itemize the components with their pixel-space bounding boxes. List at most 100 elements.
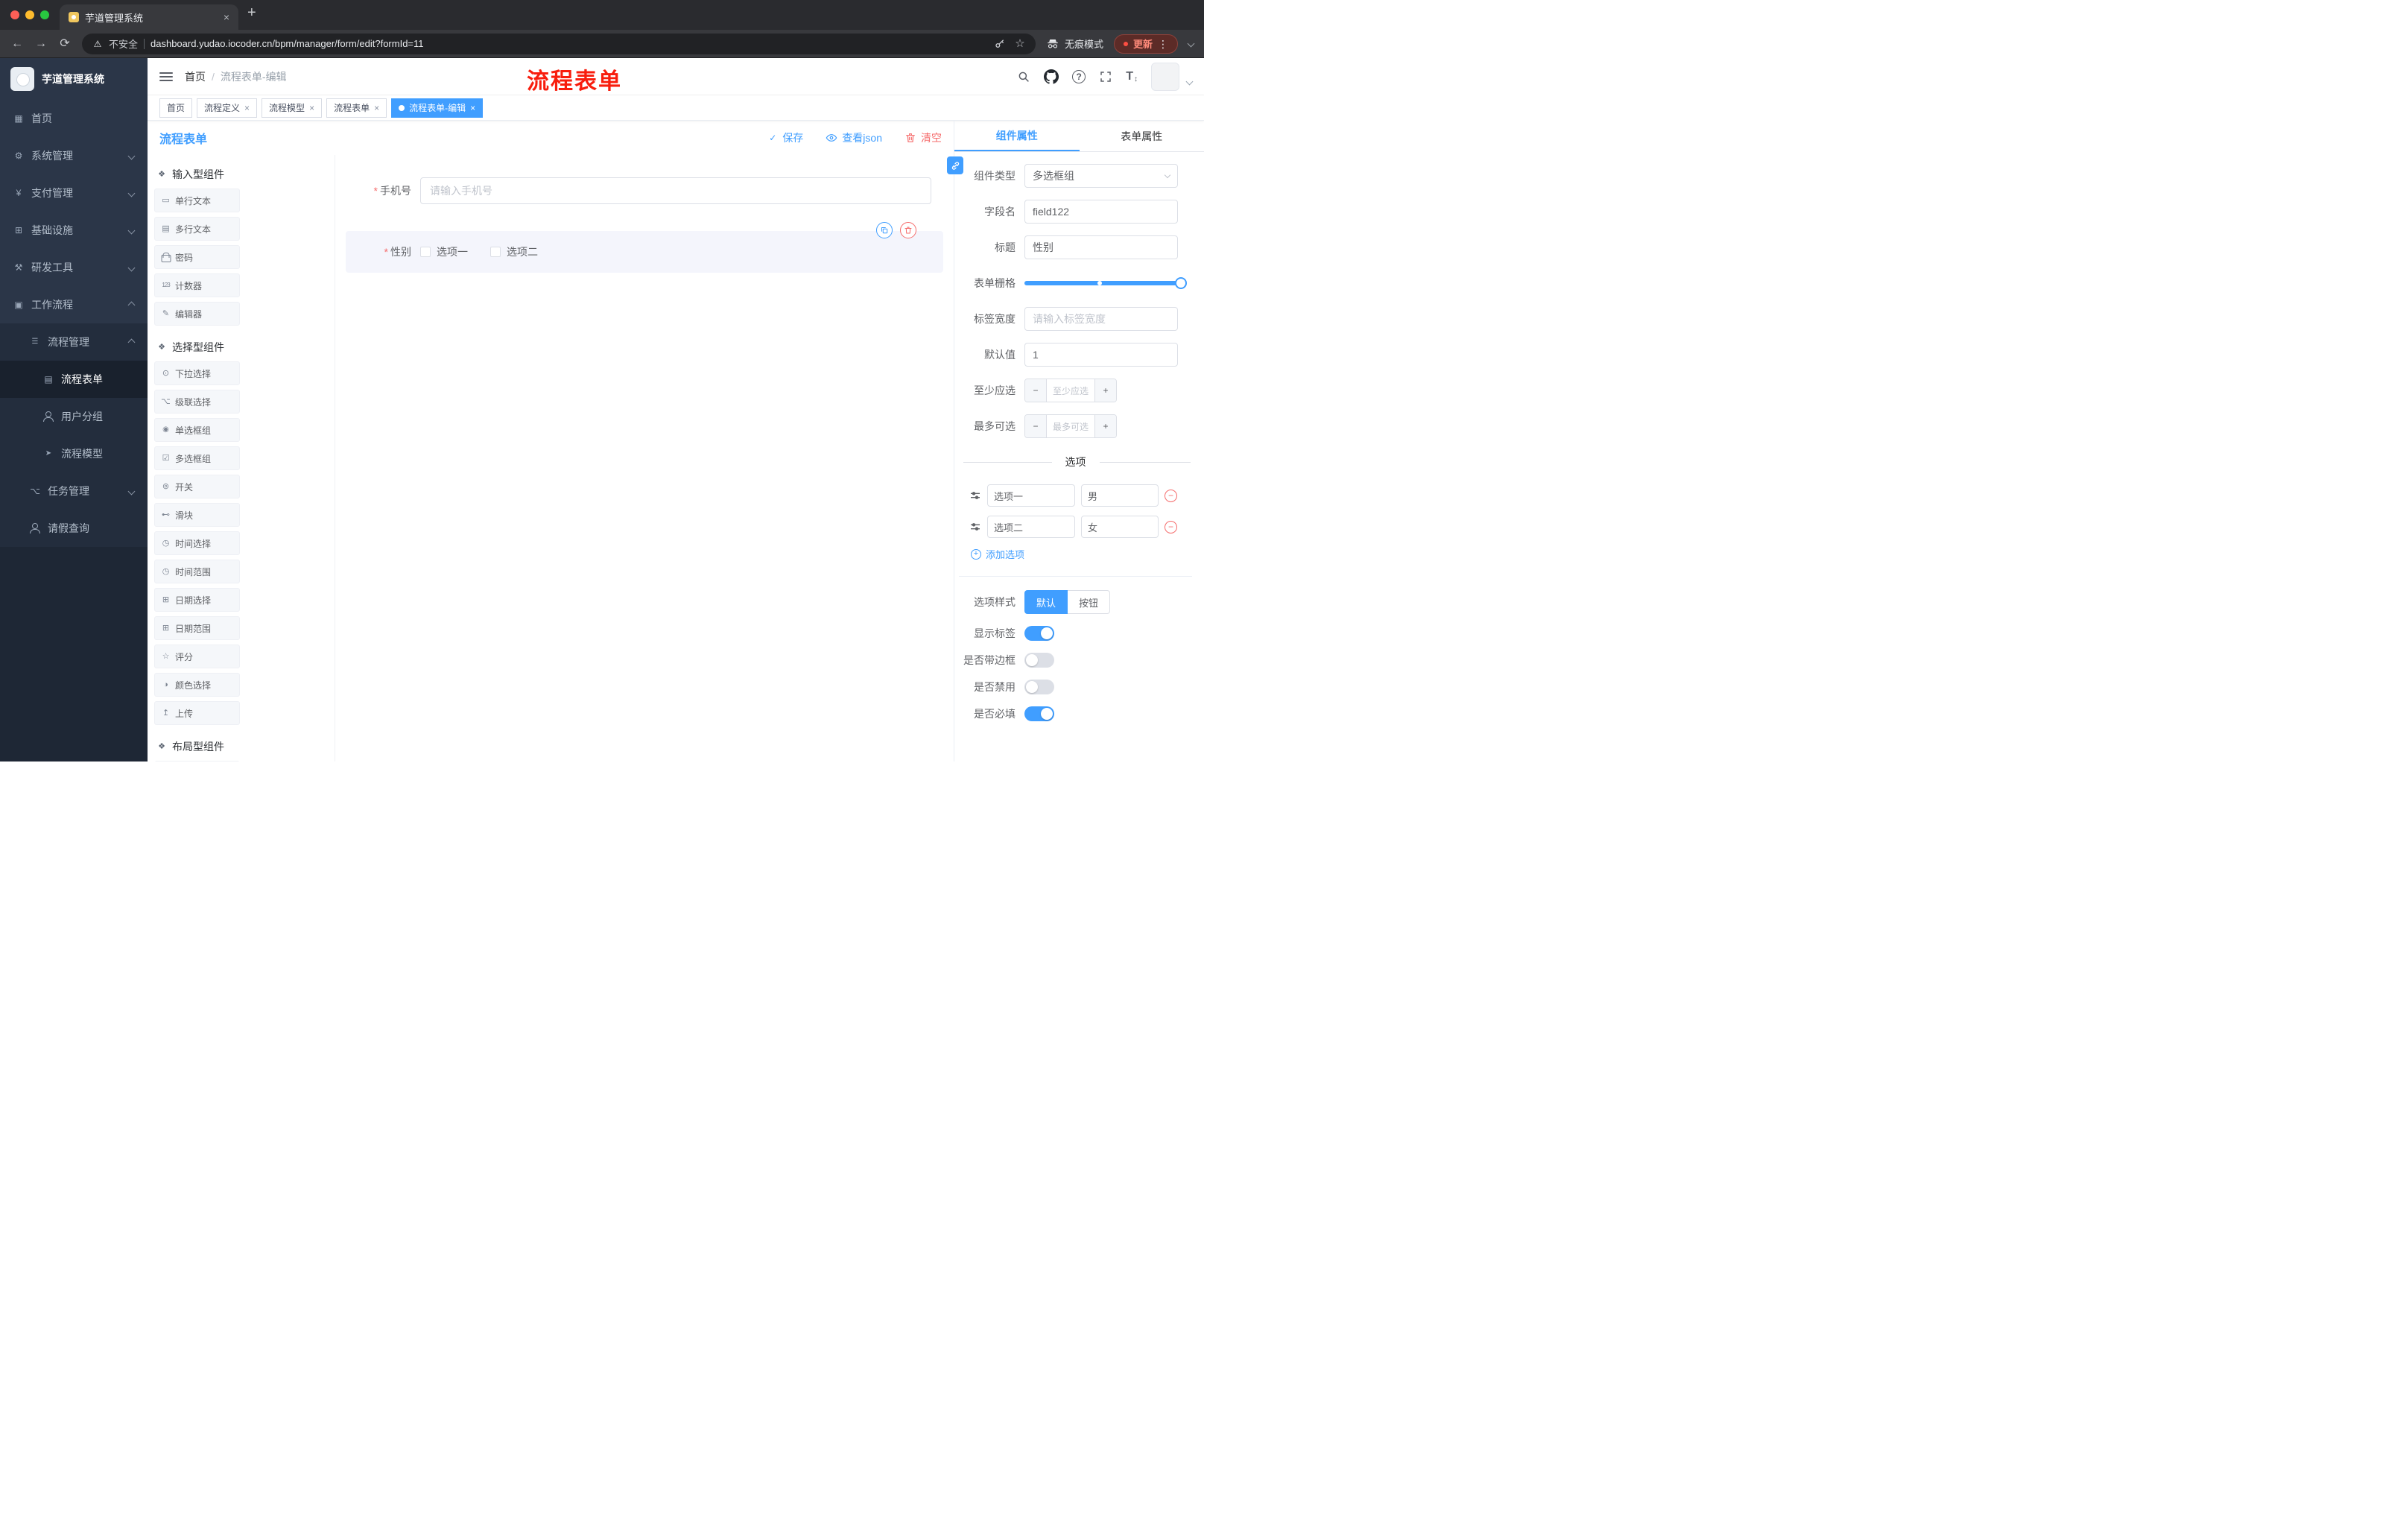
component-slider[interactable]: 滑块	[154, 503, 240, 527]
reload-icon[interactable]	[58, 39, 72, 49]
help-icon[interactable]	[1072, 69, 1086, 83]
chevron-down-icon[interactable]	[1185, 77, 1194, 86]
option2-name-input[interactable]	[987, 516, 1075, 538]
option2-value-input[interactable]	[1081, 516, 1159, 538]
gender-option1-checkbox[interactable]: 选项一	[420, 244, 468, 259]
browser-menu-icon[interactable]	[1158, 39, 1168, 49]
canvas-field-phone[interactable]: 手机号	[346, 170, 943, 212]
plus-button[interactable]	[1094, 379, 1116, 402]
tagview-process-form[interactable]: 流程表单	[326, 98, 387, 118]
tag-close-icon[interactable]	[470, 103, 475, 113]
tagview-process-model[interactable]: 流程模型	[262, 98, 323, 118]
component-date-range[interactable]: 日期范围	[154, 616, 240, 640]
tab-close-icon[interactable]	[224, 12, 229, 22]
component-editor[interactable]: 编辑器	[154, 302, 240, 326]
component-counter[interactable]: 计数器	[154, 273, 240, 297]
component-switch[interactable]: 开关	[154, 475, 240, 498]
component-checkbox-group[interactable]: 多选框组	[154, 446, 240, 470]
avatar[interactable]	[1151, 62, 1179, 91]
tab-form-properties[interactable]: 表单属性	[1080, 121, 1205, 151]
tag-close-icon[interactable]	[244, 103, 250, 113]
option1-value-input[interactable]	[1081, 484, 1159, 507]
sidebar-item-process-manage[interactable]: 流程管理	[0, 323, 148, 361]
font-size-icon[interactable]	[1126, 70, 1138, 83]
sidebar-item-infrastructure[interactable]: 基础设施	[0, 212, 148, 249]
sidebar-item-workflow[interactable]: 工作流程	[0, 286, 148, 323]
sidebar-item-devtools[interactable]: 研发工具	[0, 249, 148, 286]
update-browser-button[interactable]: 更新	[1113, 34, 1178, 54]
breadcrumb-home[interactable]: 首页	[185, 69, 206, 84]
tagview-process-definition[interactable]: 流程定义	[197, 98, 258, 118]
disabled-toggle[interactable]	[1024, 680, 1054, 694]
component-select[interactable]: 下拉选择	[154, 361, 240, 385]
browser-tab[interactable]: 芋道管理系统	[60, 4, 238, 30]
component-type-select[interactable]: 多选框组	[1024, 164, 1178, 188]
component-date-picker[interactable]: 日期选择	[154, 588, 240, 612]
component-rate[interactable]: 评分	[154, 645, 240, 668]
style-button-button[interactable]: 按钮	[1068, 590, 1111, 614]
component-time-range[interactable]: 时间范围	[154, 560, 240, 583]
phone-input[interactable]	[420, 177, 931, 204]
delete-field-button[interactable]	[900, 222, 916, 238]
grid-slider[interactable]	[1024, 277, 1187, 289]
drag-handle-icon[interactable]	[969, 490, 981, 501]
canvas-field-gender-selected[interactable]: 性别 选项一 选项二	[346, 222, 943, 273]
sidebar-item-user-group[interactable]: 用户分组	[0, 398, 148, 435]
sidebar-item-home[interactable]: 首页	[0, 100, 148, 137]
search-icon[interactable]	[1017, 70, 1030, 83]
sidebar-item-system[interactable]: 系统管理	[0, 137, 148, 174]
component-single-line-text[interactable]: 单行文本	[154, 189, 240, 212]
tab-component-properties[interactable]: 组件属性	[954, 121, 1080, 151]
hamburger-icon[interactable]	[159, 72, 173, 81]
sidebar-item-process-model[interactable]: 流程模型	[0, 435, 148, 472]
sidebar-item-leave-query[interactable]: 请假查询	[0, 510, 148, 547]
sidebar-item-process-form[interactable]: 流程表单	[0, 361, 148, 398]
window-zoom-button[interactable]	[40, 10, 49, 19]
component-time-picker[interactable]: 时间选择	[154, 531, 240, 555]
component-password[interactable]: 密码	[154, 245, 240, 269]
new-tab-button[interactable]	[247, 4, 256, 22]
fullscreen-icon[interactable]	[1099, 70, 1112, 83]
component-radio-group[interactable]: 单选框组	[154, 418, 240, 442]
github-icon[interactable]	[1044, 69, 1059, 84]
save-button[interactable]: 保存	[767, 130, 803, 145]
label-width-input[interactable]	[1024, 307, 1178, 331]
show-label-toggle[interactable]	[1024, 626, 1054, 641]
remove-option-button[interactable]	[1165, 520, 1177, 533]
option1-name-input[interactable]	[987, 484, 1075, 507]
minus-button[interactable]	[1025, 415, 1047, 437]
plus-button[interactable]	[1094, 415, 1116, 437]
sidebar-item-payment[interactable]: 支付管理	[0, 174, 148, 212]
view-json-button[interactable]: 查看json	[826, 130, 882, 145]
sidebar-item-task-manage[interactable]: 任务管理	[0, 472, 148, 510]
component-upload[interactable]: 上传	[154, 701, 240, 725]
style-default-button[interactable]: 默认	[1024, 590, 1068, 614]
required-toggle[interactable]	[1024, 706, 1054, 721]
drag-handle-icon[interactable]	[969, 521, 981, 533]
component-multi-line-text[interactable]: 多行文本	[154, 217, 240, 241]
component-cascader[interactable]: 级联选择	[154, 390, 240, 414]
border-toggle[interactable]	[1024, 653, 1054, 668]
form-canvas[interactable]: 手机号	[335, 155, 954, 762]
clear-button[interactable]: 清空	[904, 130, 942, 145]
tagview-process-form-edit[interactable]: 流程表单-编辑	[391, 98, 484, 118]
title-input[interactable]	[1024, 235, 1178, 259]
bookmark-star-icon[interactable]	[1015, 39, 1025, 49]
url-bar[interactable]: 不安全 dashboard.yudao.iocoder.cn/bpm/manag…	[82, 33, 1036, 54]
window-minimize-button[interactable]	[25, 10, 34, 19]
link-tag-button[interactable]	[947, 156, 963, 174]
copy-field-button[interactable]	[876, 222, 893, 238]
tag-close-icon[interactable]	[309, 103, 314, 113]
chevron-down-icon[interactable]	[1187, 39, 1195, 48]
field-name-input[interactable]	[1024, 200, 1178, 224]
add-option-button[interactable]: 添加选项	[971, 547, 1192, 561]
tag-close-icon[interactable]	[374, 103, 379, 113]
slider-handle[interactable]	[1175, 277, 1187, 289]
remove-option-button[interactable]	[1165, 489, 1177, 502]
back-icon[interactable]	[10, 39, 24, 49]
gender-option2-checkbox[interactable]: 选项二	[490, 244, 538, 259]
forward-icon[interactable]	[34, 39, 48, 49]
key-icon[interactable]	[994, 38, 1006, 50]
minus-button[interactable]	[1025, 379, 1047, 402]
component-color-picker[interactable]: 颜色选择	[154, 673, 240, 697]
